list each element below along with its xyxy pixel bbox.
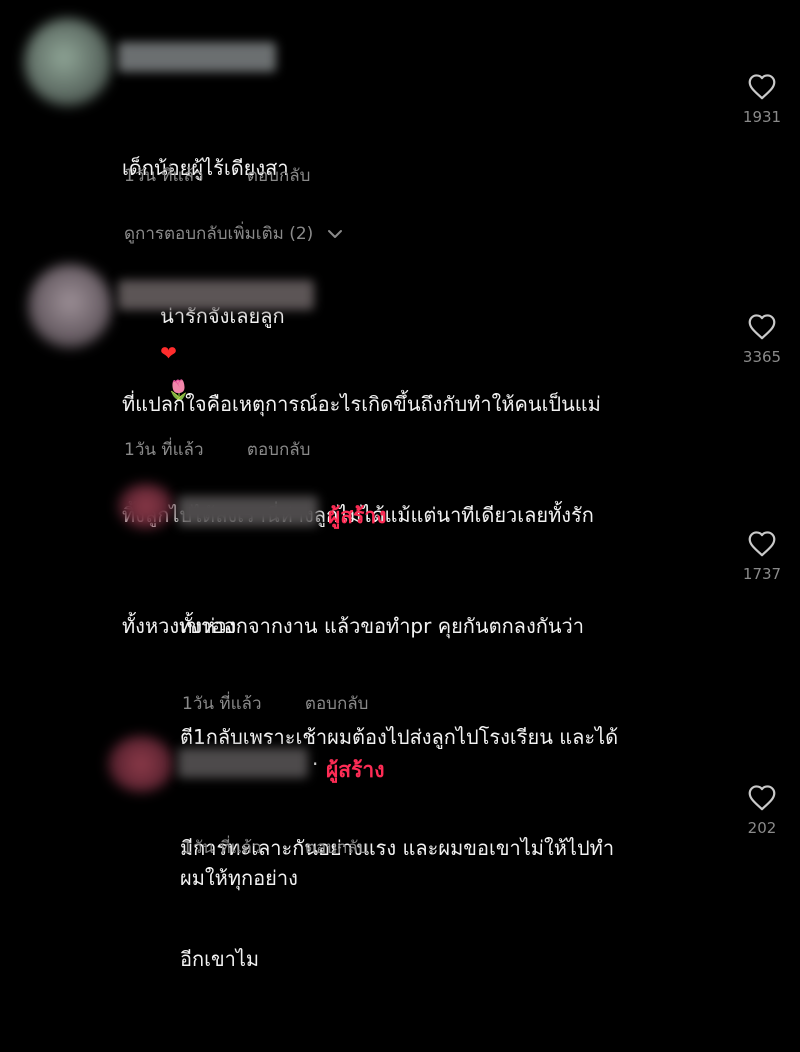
like-count: 3365 <box>742 348 782 366</box>
chevron-down-icon <box>327 230 342 238</box>
comment-line: เขาออกจากงาน แล้วขอทำpr คุยกันตกลงกันว่า <box>180 614 584 638</box>
like-button[interactable]: 202 <box>734 784 790 837</box>
heart-outline-icon <box>748 314 776 340</box>
creator-badge: ผู้สร้าง <box>328 504 387 528</box>
timestamp: 1วัน ที่แล้ว <box>182 694 262 714</box>
timestamp: 1วัน ที่แล้ว <box>124 440 204 460</box>
reply-button[interactable]: ตอบกลับ <box>305 694 369 714</box>
heart-outline-icon <box>748 74 776 100</box>
like-count: 1931 <box>742 108 782 126</box>
timestamp: 1วัน ที่แล้ว <box>182 838 262 858</box>
avatar[interactable] <box>24 18 112 106</box>
reply-1: ผู้สร้าง เขาออกจากงาน แล้วขอทำpr คุยกันต… <box>0 480 800 971</box>
heart-outline-icon <box>748 785 776 811</box>
comment-2: ที่แปลกใจคือเหตุการณ์อะไรเกิดขึ้นถึงกับท… <box>0 250 800 638</box>
comment-text: ผมให้ทุกอย่าง <box>180 786 298 971</box>
like-button[interactable]: 1931 <box>734 73 790 126</box>
username-blurred[interactable] <box>118 280 314 310</box>
like-count: 202 <box>747 819 777 837</box>
reply-button[interactable]: ตอบกลับ <box>247 166 311 186</box>
creator-badge: ผู้สร้าง <box>326 758 385 782</box>
like-button[interactable]: 1737 <box>734 530 790 583</box>
comment-meta: 1วัน ที่แล้ว ตอบกลับ <box>124 436 310 463</box>
avatar[interactable] <box>108 736 174 792</box>
like-count: 1737 <box>742 565 782 583</box>
avatar[interactable] <box>118 484 174 528</box>
reply-button[interactable]: ตอบกลับ <box>305 838 369 858</box>
view-more-replies[interactable]: ดูการตอบกลับเพิ่มเติม (2) <box>124 220 343 247</box>
timestamp: 1วัน ที่แล้ว <box>124 166 204 186</box>
comment-line: ผมให้ทุกอย่าง <box>180 866 298 890</box>
comment-meta: 1วัน ที่แล้ว ตอบกลับ <box>124 162 310 189</box>
comment-1: เด็กน้อยผู้ไร้เดียงสา น่ารักจังเลยลูก ❤ … <box>0 0 800 402</box>
username-blurred[interactable] <box>118 42 276 72</box>
avatar[interactable] <box>28 264 112 348</box>
comment-meta: 1วัน ที่แล้ว ตอบกลับ <box>182 690 368 717</box>
heart-outline-icon <box>748 531 776 557</box>
comment-line: ที่แปลกใจคือเหตุการณ์อะไรเกิดขึ้นถึงกับท… <box>122 392 601 416</box>
username-blurred[interactable] <box>178 748 308 778</box>
reply-2: · ผู้สร้าง ผมให้ทุกอย่าง 1วัน ที่แล้ว ตอ… <box>0 730 800 890</box>
reply-button[interactable]: ตอบกลับ <box>247 440 311 460</box>
like-button[interactable]: 3365 <box>734 313 790 366</box>
separator-dot: · <box>312 752 319 776</box>
username-blurred[interactable] <box>178 496 318 526</box>
view-more-label: ดูการตอบกลับเพิ่มเติม (2) <box>124 224 314 244</box>
